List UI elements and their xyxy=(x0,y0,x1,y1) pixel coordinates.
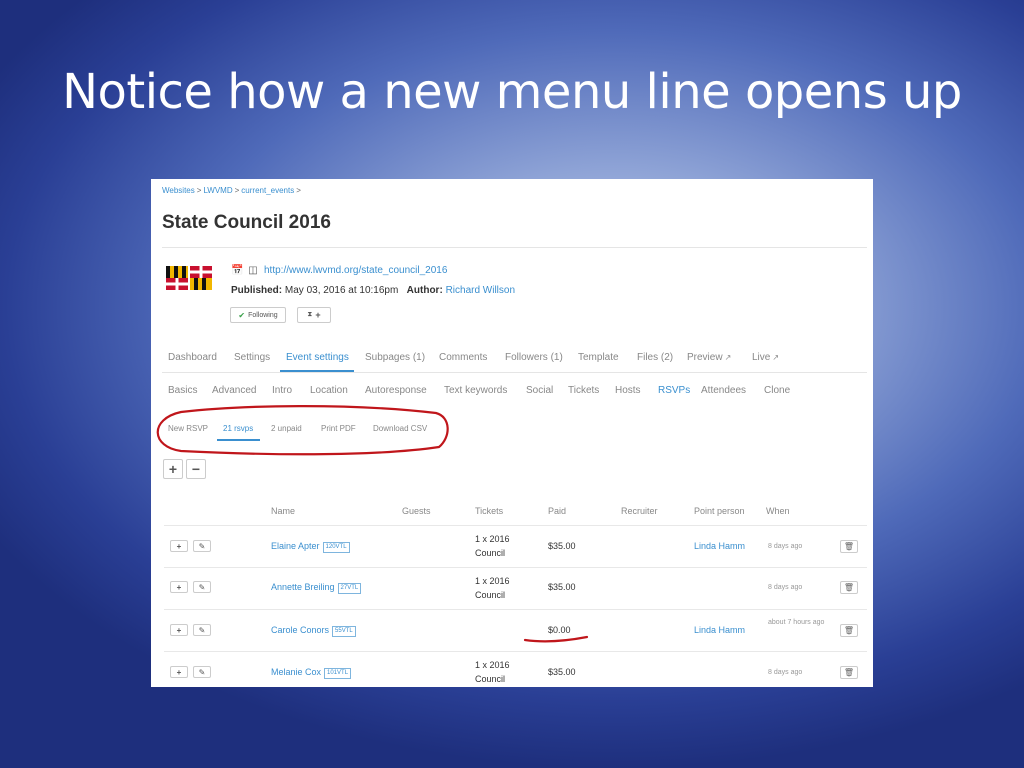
annotation-circle xyxy=(156,405,449,456)
slide-title: Notice how a new menu line opens up xyxy=(62,64,962,120)
app-screenshot: Websites > LWVMD > current_events > State Cou… xyxy=(151,179,873,687)
annotation-underline xyxy=(523,635,589,643)
annotation-overlay xyxy=(156,405,589,643)
